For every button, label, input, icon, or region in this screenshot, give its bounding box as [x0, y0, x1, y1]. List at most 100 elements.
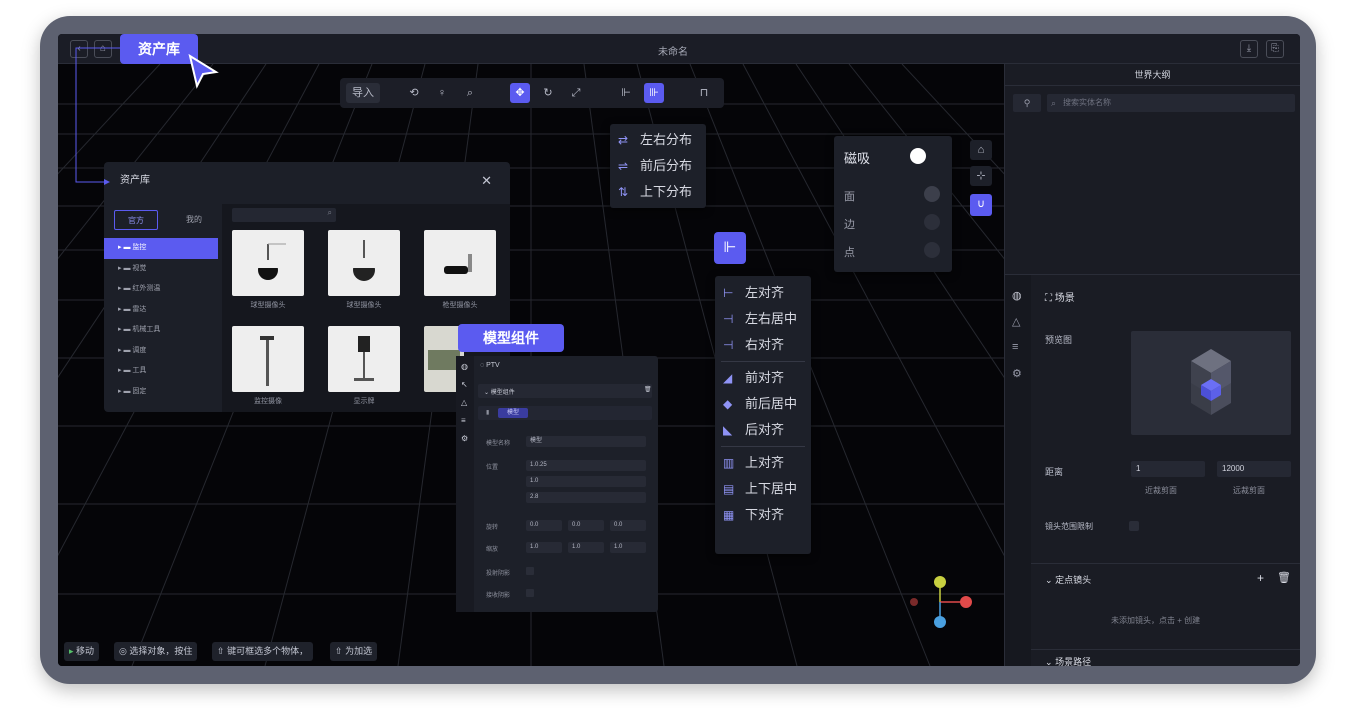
scale-x-input[interactable]: 1.0 [526, 542, 562, 553]
asset-thumb[interactable] [328, 326, 400, 392]
alert-icon[interactable]: △ [461, 398, 467, 407]
align-button[interactable]: ⊩ [714, 232, 746, 264]
status-bar: ▸ 移动 ◎ 选择对象，按住 ⇧ 键可框选多个物体， ⇧ 为加选 [58, 638, 1004, 666]
far-input[interactable]: 12000 [1217, 461, 1291, 477]
tree-item[interactable]: ▸ ▬ 红外测温 [104, 279, 218, 300]
near-input[interactable]: 1 [1131, 461, 1205, 477]
component-header[interactable]: ⌄ 模型组件 🗑 [478, 384, 652, 398]
dome-camera-icon [352, 240, 376, 281]
props-tab[interactable]: ◌ PTV [480, 362, 500, 369]
chevron-down-icon: ⌄ [1045, 657, 1053, 666]
distribute-tool-icon[interactable]: ⊪ [644, 83, 664, 103]
tree-item[interactable]: ▸ ▬ 工具 [104, 361, 218, 382]
menu-item-align-left[interactable]: ⊢ 左对齐 [715, 280, 811, 306]
align-right-icon: ⊣ [723, 338, 734, 352]
scale-y-input[interactable]: 1.0 [568, 542, 604, 553]
menu-item-align-center-x[interactable]: ⊣ 左右居中 [715, 306, 811, 332]
anchor-section-title[interactable]: ⌄ 定点镜头 [1045, 573, 1091, 586]
add-camera-icon[interactable]: ⌕ [460, 83, 480, 103]
trash-icon[interactable]: 🗑 [1277, 571, 1291, 584]
globe-icon[interactable]: ◍ [1012, 289, 1022, 302]
distribute-ud-icon: ⇅ [618, 185, 629, 199]
bullet-camera-icon [444, 254, 472, 274]
snap-edge-radio[interactable] [924, 214, 940, 230]
lock-icon[interactable]: ⌂ [970, 140, 992, 160]
component-chip: 模型 [498, 408, 528, 418]
align-center-y-icon: ▤ [723, 482, 735, 496]
outliner-title: 世界大纲 [1005, 64, 1300, 86]
close-icon[interactable]: ✕ [481, 173, 492, 189]
path-section-title[interactable]: ⌄ 场景路径 [1045, 655, 1091, 666]
move-tool-icon[interactable]: ✥ [510, 83, 530, 103]
alert-icon[interactable]: △ [1012, 315, 1020, 328]
magnet-icon[interactable]: ∪ [970, 194, 992, 216]
tree-item[interactable]: ▸ ▬ 固定 [104, 382, 218, 403]
position-z-input[interactable]: 2.8 [526, 492, 646, 503]
snap-point-radio[interactable] [924, 242, 940, 258]
tab-official[interactable]: 官方 [114, 210, 158, 230]
menu-item-distribute-fb[interactable]: ⇌ 前后分布 [610, 153, 706, 179]
focus-icon[interactable]: ⊹ [970, 166, 992, 186]
outliner-search[interactable]: ⌕ 搜索实体名称 [1047, 94, 1295, 112]
rotation-z-input[interactable]: 0.0 [610, 520, 646, 531]
scale-tool-icon[interactable]: ⤢ [566, 83, 586, 103]
search-icon: ⌕ [1051, 98, 1057, 108]
export-icon[interactable]: ⎘ [1266, 40, 1284, 58]
name-input[interactable]: 模型 [526, 436, 646, 447]
cast-shadow-checkbox[interactable] [526, 567, 534, 575]
globe-icon[interactable]: ◍ [461, 362, 468, 371]
settings-icon[interactable]: ⚙ [461, 434, 468, 443]
chevron-down-icon: ⌄ [1045, 575, 1053, 585]
asset-search[interactable]: ⌕ [232, 208, 336, 222]
menu-item-align-center-y[interactable]: ▤ 上下居中 [715, 476, 811, 502]
menu-item-align-bottom[interactable]: ▦ 下对齐 [715, 502, 811, 528]
download-icon[interactable]: ⤓ [1240, 40, 1258, 58]
settings-icon[interactable]: ⚙ [1012, 367, 1022, 380]
import-button[interactable]: 导入 [346, 83, 380, 103]
axis-gizmo[interactable] [904, 572, 974, 632]
position-x-input[interactable]: 1.0.25 [526, 460, 646, 471]
component-item[interactable]: ▮ 模型 [478, 406, 652, 420]
menu-item-distribute-lr[interactable]: ⇄ 左右分布 [610, 127, 706, 153]
menu-item-align-top[interactable]: ▥ 上对齐 [715, 450, 811, 476]
far-label: 远裁剪面 [1233, 486, 1265, 495]
distribute-menu: ⇄ 左右分布 ⇌ 前后分布 ⇅ 上下分布 [610, 124, 706, 208]
sliders-icon[interactable]: ≡ [1012, 341, 1018, 353]
rotation-y-input[interactable]: 0.0 [568, 520, 604, 531]
menu-item-align-right[interactable]: ⊣ 右对齐 [715, 332, 811, 358]
tab-mine[interactable]: 我的 [172, 210, 216, 230]
position-y-input[interactable]: 1.0 [526, 476, 646, 487]
menu-item-distribute-ud[interactable]: ⇅ 上下分布 [610, 179, 706, 205]
rotate-tool-icon[interactable]: ↻ [538, 83, 558, 103]
add-icon[interactable]: + [1257, 571, 1264, 585]
cursor-icon[interactable]: ↖ [461, 380, 468, 389]
tree-item[interactable]: ▸ ▬ 视觉 [104, 259, 218, 280]
receive-shadow-checkbox[interactable] [526, 589, 534, 597]
snap-toggle[interactable] [910, 148, 926, 164]
menu-item-align-back[interactable]: ◣ 后对齐 [715, 417, 811, 443]
asset-thumb[interactable] [232, 326, 304, 392]
menu-item-align-front[interactable]: ◢ 前对齐 [715, 365, 811, 391]
filter-icon[interactable]: ⚲ [1013, 94, 1041, 112]
delete-icon[interactable]: 🗑 [644, 386, 652, 393]
align-tool-icon[interactable]: ⊩ [616, 83, 636, 103]
menu-item-align-center-z[interactable]: ◆ 前后居中 [715, 391, 811, 417]
snap-tool-icon[interactable]: ⊓ [694, 83, 714, 103]
preview-image[interactable] [1131, 331, 1291, 435]
tree-item[interactable]: ▸ ▬ 监控 [104, 238, 218, 259]
add-light-icon[interactable]: ♀ [432, 83, 452, 103]
asset-thumb[interactable] [232, 230, 304, 296]
cursor-pointer-icon [188, 53, 219, 89]
asset-thumb[interactable] [424, 230, 496, 296]
tree-item[interactable]: ▸ ▬ 雷达 [104, 300, 218, 321]
snap-face-radio[interactable] [924, 186, 940, 202]
rotation-x-input[interactable]: 0.0 [526, 520, 562, 531]
tree-item[interactable]: ▸ ▬ 机械工具 [104, 320, 218, 341]
name-label: 模型名称 [486, 441, 511, 447]
lens-limit-checkbox[interactable] [1129, 521, 1139, 531]
tree-item[interactable]: ▸ ▬ 调度 [104, 341, 218, 362]
sliders-icon[interactable]: ≡ [461, 416, 466, 425]
scale-z-input[interactable]: 1.0 [610, 542, 646, 553]
asset-thumb[interactable] [328, 230, 400, 296]
add-node-icon[interactable]: ⟲ [404, 83, 424, 103]
